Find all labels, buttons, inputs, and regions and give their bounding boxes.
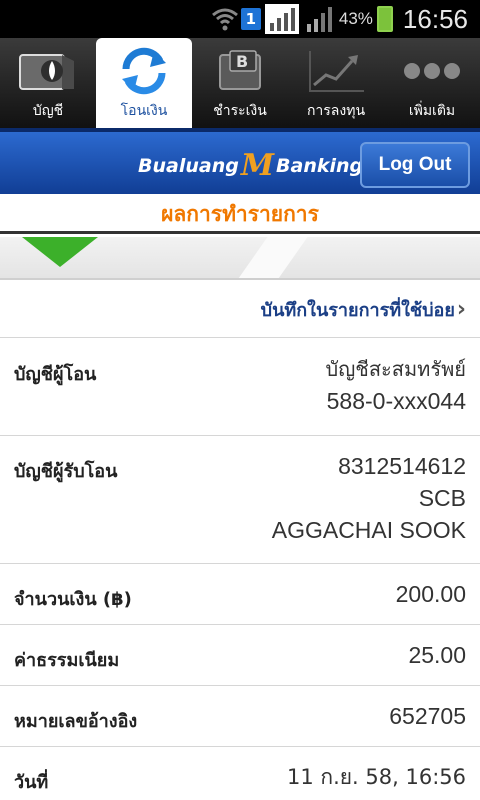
logout-button[interactable]: Log Out xyxy=(360,142,470,188)
reference-value: 652705 xyxy=(389,703,466,729)
decorative-slash xyxy=(225,237,315,278)
tab-payment[interactable]: B ชำระเงิน xyxy=(192,38,288,128)
sender-account-row: บัญชีผู้โอน บัญชีสะสมทรัพย์ 588-0-xxx044 xyxy=(0,339,480,436)
receiver-account-label: บัญชีผู้รับโอน xyxy=(14,461,118,482)
fee-value: 25.00 xyxy=(408,642,466,668)
receiver-name: AGGACHAI SOOK xyxy=(271,517,466,543)
svg-text:B: B xyxy=(236,52,248,71)
chevron-right-icon: › xyxy=(456,297,466,322)
transfer-icon xyxy=(113,46,175,96)
tab-more[interactable]: เพิ่มเติม xyxy=(384,38,480,128)
reference-row: หมายเลขอ้างอิง 652705 xyxy=(0,686,480,747)
tab-transfer-label: โอนเงิน xyxy=(120,103,168,119)
tab-account-label: บัญชี xyxy=(32,103,64,119)
save-to-favorites-link[interactable]: บันทึกในรายการที่ใช้บ่อย › xyxy=(0,282,480,338)
tab-investment-label: การลงทุน xyxy=(306,103,366,119)
green-triangle-icon xyxy=(22,237,98,267)
amount-label: จำนวนเงิน (฿) xyxy=(14,589,132,610)
page-title: ผลการทำรายการ xyxy=(0,194,480,234)
payment-icon: B xyxy=(209,46,271,96)
sender-account-label: บัญชีผู้โอน xyxy=(14,364,97,385)
decorative-strip xyxy=(0,237,480,280)
amount-row: จำนวนเงิน (฿) 200.00 xyxy=(0,564,480,625)
reference-label: หมายเลขอ้างอิง xyxy=(14,711,138,732)
battery-percent: 43% xyxy=(338,9,373,28)
transaction-details: บัญชีผู้โอน บัญชีสะสมทรัพย์ 588-0-xxx044… xyxy=(0,339,480,800)
notification-badge: 1 xyxy=(240,8,261,30)
investment-icon xyxy=(305,46,367,96)
sender-account-number: 588-0-xxx044 xyxy=(326,388,466,414)
tab-account[interactable]: บัญชี xyxy=(0,38,96,128)
battery-icon xyxy=(376,6,393,32)
save-to-favorites-label: บันทึกในรายการที่ใช้บ่อย xyxy=(260,300,455,321)
clock: 16:56 xyxy=(402,3,468,34)
bualuang-mbanking-logo: Bualuang M Banking xyxy=(138,148,364,183)
status-bar: 1 43% 16:56 xyxy=(0,0,480,38)
date-label: วันที่ xyxy=(14,772,49,793)
receiver-bank: SCB xyxy=(418,485,466,511)
tab-payment-label: ชำระเงิน xyxy=(213,103,267,119)
date-value: 11 ก.ย. 58, 16:56 xyxy=(286,765,466,789)
receiver-account-row: บัญชีผู้รับโอน 8312514612 SCB AGGACHAI S… xyxy=(0,436,480,564)
receiver-account-number: 8312514612 xyxy=(338,453,466,479)
wifi-icon xyxy=(211,6,239,32)
fee-label: ค่าธรรมเนียม xyxy=(14,650,120,671)
signal-icon xyxy=(264,4,299,34)
mobile-signal-icon xyxy=(305,6,333,32)
fee-row: ค่าธรรมเนียม 25.00 xyxy=(0,625,480,686)
tab-investment[interactable]: การลงทุน xyxy=(288,38,384,128)
tab-more-label: เพิ่มเติม xyxy=(408,103,456,119)
brand-bar: Bualuang M Banking Log Out xyxy=(0,128,480,194)
tab-bar: บัญชี โอนเงิน B ชำระเงิน การลงทุน เพิ่มเ… xyxy=(0,38,480,128)
tab-transfer[interactable]: โอนเงิน xyxy=(96,38,192,128)
sender-account-type: บัญชีสะสมทรัพย์ xyxy=(325,357,466,381)
account-icon xyxy=(17,46,79,96)
date-row: วันที่ 11 ก.ย. 58, 16:56 xyxy=(0,747,480,800)
amount-value: 200.00 xyxy=(395,581,466,607)
more-icon xyxy=(401,46,463,96)
